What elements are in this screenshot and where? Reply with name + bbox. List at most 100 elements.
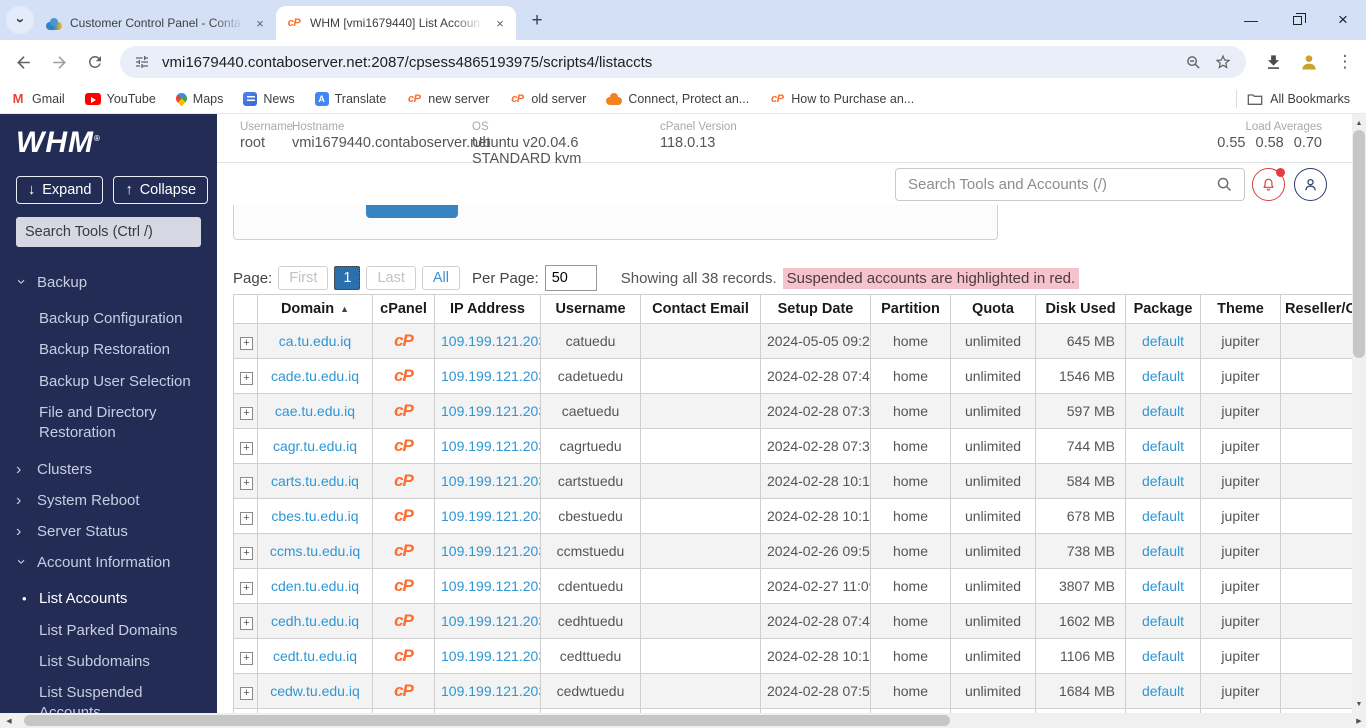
package-link[interactable]: default	[1142, 648, 1184, 664]
cpanel-logo-icon[interactable]: cP	[394, 541, 413, 560]
ip-address-link[interactable]: 109.199.121.203	[441, 683, 541, 699]
bookmark-star-icon[interactable]	[1214, 53, 1232, 71]
horizontal-scroll-thumb[interactable]	[24, 715, 950, 726]
sidebar-group-header[interactable]: › System Reboot	[16, 485, 201, 516]
domain-link[interactable]: ccms.tu.edu.iq	[270, 543, 360, 559]
package-link[interactable]: default	[1142, 368, 1184, 384]
column-quota[interactable]: Quota	[951, 295, 1036, 324]
browser-tab[interactable]: WHM [vmi1679440] List Accoun ×	[276, 6, 516, 40]
row-expander-button[interactable]: +	[240, 442, 253, 455]
row-expander-button[interactable]: +	[240, 687, 253, 700]
address-bar[interactable]: vmi1679440.contaboserver.net:2087/cpsess…	[120, 46, 1246, 78]
package-link[interactable]: default	[1142, 473, 1184, 489]
cpanel-logo-icon[interactable]: cP	[394, 436, 413, 455]
domain-link[interactable]: ca.tu.edu.iq	[279, 333, 351, 349]
column-username[interactable]: Username	[541, 295, 641, 324]
cpanel-logo-icon[interactable]: cP	[394, 611, 413, 630]
bookmark-item[interactable]: News	[243, 92, 294, 106]
column-package[interactable]: Package	[1126, 295, 1201, 324]
sidebar-nav-item[interactable]: •List Parked Domains	[39, 621, 191, 641]
column-ip-address[interactable]: IP Address	[435, 295, 541, 324]
sidebar-search-input[interactable]	[16, 217, 201, 247]
domain-link[interactable]: cae.tu.edu.iq	[275, 403, 355, 419]
domain-link[interactable]: cedh.tu.edu.iq	[271, 613, 359, 629]
row-expander-button[interactable]: +	[240, 337, 253, 350]
sidebar-nav-item[interactable]: •File and Directory Restoration	[39, 403, 191, 444]
package-link[interactable]: default	[1142, 403, 1184, 419]
cpanel-logo-icon[interactable]: cP	[394, 681, 413, 700]
sidebar-nav-item[interactable]: •List Subdomains	[39, 652, 191, 672]
vertical-scroll-thumb[interactable]	[1353, 130, 1365, 358]
domain-link[interactable]: cade.tu.edu.iq	[271, 368, 359, 384]
bookmark-item[interactable]: Maps	[176, 92, 224, 106]
browser-tab[interactable]: Customer Control Panel - Conta ×	[36, 6, 276, 40]
per-page-input[interactable]	[545, 265, 597, 291]
ip-address-link[interactable]: 109.199.121.203	[441, 438, 541, 454]
sidebar-group-header[interactable]: › Backup	[16, 267, 201, 298]
row-expander-button[interactable]: +	[240, 407, 253, 420]
collapse-button[interactable]: ↑Collapse	[113, 176, 208, 204]
notifications-button[interactable]	[1252, 168, 1285, 201]
ip-address-link[interactable]: 109.199.121.203	[441, 333, 541, 349]
ip-address-link[interactable]: 109.199.121.203	[441, 508, 541, 524]
column-cpanel[interactable]: cPanel	[373, 295, 435, 324]
scroll-down-arrow-icon[interactable]: ▼	[1352, 697, 1366, 711]
first-page-button[interactable]: First	[278, 266, 328, 290]
partial-blue-button[interactable]	[366, 205, 458, 218]
sidebar-nav-item[interactable]: •Backup Restoration	[39, 340, 191, 360]
sidebar-nav-item[interactable]: •Backup User Selection	[39, 372, 191, 392]
tools-accounts-search-input[interactable]	[895, 168, 1245, 201]
zoom-out-icon[interactable]	[1185, 54, 1202, 71]
sidebar-group-header[interactable]: › Server Status	[16, 516, 201, 547]
minimize-button[interactable]: —	[1228, 0, 1274, 40]
browser-menu-button[interactable]: ⋮	[1334, 51, 1356, 73]
column-domain[interactable]: Domain▲	[258, 295, 373, 324]
ip-address-link[interactable]: 109.199.121.203	[441, 403, 541, 419]
ip-address-link[interactable]: 109.199.121.203	[441, 368, 541, 384]
column-disk-used[interactable]: Disk Used	[1036, 295, 1126, 324]
row-expander-button[interactable]: +	[240, 372, 253, 385]
tab-search-button[interactable]: ›	[6, 6, 34, 34]
sidebar-group-header[interactable]: › Clusters	[16, 454, 201, 485]
last-page-button[interactable]: Last	[366, 266, 415, 290]
account-menu-button[interactable]	[1294, 168, 1327, 201]
row-expander-button[interactable]: +	[240, 477, 253, 490]
ip-address-link[interactable]: 109.199.121.203	[441, 648, 541, 664]
bookmark-item[interactable]: Gmail	[10, 91, 65, 107]
scroll-left-arrow-icon[interactable]: ◀	[2, 713, 16, 728]
domain-link[interactable]: cagr.tu.edu.iq	[273, 438, 357, 454]
cpanel-logo-icon[interactable]: cP	[394, 471, 413, 490]
sidebar-nav-item[interactable]: •Backup Configuration	[39, 309, 191, 329]
sidebar-nav-item[interactable]: •List Accounts	[39, 589, 191, 609]
sidebar-nav-item[interactable]: •List Suspended Accounts	[39, 683, 191, 713]
row-expander-button[interactable]: +	[240, 547, 253, 560]
ip-address-link[interactable]: 109.199.121.203	[441, 543, 541, 559]
domain-link[interactable]: cden.tu.edu.iq	[271, 578, 359, 594]
back-button[interactable]	[12, 51, 34, 73]
scroll-up-arrow-icon[interactable]: ▲	[1352, 116, 1366, 130]
row-expander-button[interactable]: +	[240, 617, 253, 630]
bookmark-item[interactable]: old server	[509, 91, 586, 107]
ip-address-link[interactable]: 109.199.121.203	[441, 578, 541, 594]
package-link[interactable]: default	[1142, 333, 1184, 349]
close-button[interactable]: ×	[1320, 0, 1366, 40]
bookmark-item[interactable]: How to Purchase an...	[769, 91, 914, 107]
row-expander-button[interactable]: +	[240, 512, 253, 525]
vertical-scrollbar[interactable]: ▲ ▼	[1352, 114, 1366, 713]
sidebar-group-header[interactable]: › Account Information	[16, 547, 201, 578]
site-info-icon[interactable]	[134, 54, 150, 70]
column-partition[interactable]: Partition	[871, 295, 951, 324]
cpanel-logo-icon[interactable]: cP	[394, 366, 413, 385]
tab-close-icon[interactable]: ×	[252, 15, 268, 31]
profile-avatar[interactable]	[1298, 51, 1320, 73]
expand-button[interactable]: ↓Expand	[16, 176, 103, 204]
scroll-right-arrow-icon[interactable]: ▶	[1352, 713, 1366, 728]
cpanel-logo-icon[interactable]: cP	[394, 331, 413, 350]
cpanel-logo-icon[interactable]: cP	[394, 576, 413, 595]
current-page-button[interactable]: 1	[334, 266, 360, 290]
package-link[interactable]: default	[1142, 613, 1184, 629]
domain-link[interactable]: cedt.tu.edu.iq	[273, 648, 357, 664]
package-link[interactable]: default	[1142, 508, 1184, 524]
cpanel-logo-icon[interactable]: cP	[394, 646, 413, 665]
tab-close-icon[interactable]: ×	[492, 15, 508, 31]
